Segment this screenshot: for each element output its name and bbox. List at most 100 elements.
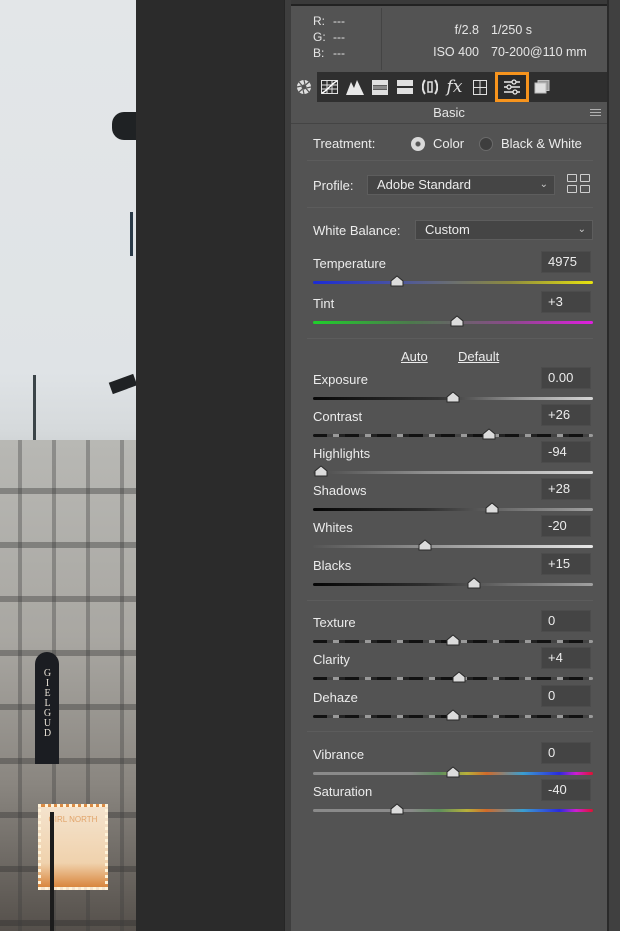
divider xyxy=(307,600,593,601)
slider-value-input[interactable]: +3 xyxy=(541,291,591,313)
slider-label: Saturation xyxy=(313,784,373,799)
rgb-row-r: R: --- xyxy=(313,13,345,29)
profile-label: Profile: xyxy=(313,178,354,193)
tab-basic[interactable] xyxy=(495,72,529,102)
tab-tone-curve[interactable] xyxy=(317,72,342,102)
slider-track[interactable] xyxy=(313,434,593,437)
slider-value-input[interactable]: +28 xyxy=(541,478,591,500)
rgb-value: --- xyxy=(333,46,345,60)
slider-thumb[interactable] xyxy=(418,539,432,551)
slider-track[interactable] xyxy=(313,508,593,511)
theatre-sign: GIELGUD xyxy=(35,652,59,764)
slider-value-input[interactable]: 0.00 xyxy=(541,367,591,389)
slider-thumb[interactable] xyxy=(467,577,481,589)
divider xyxy=(307,160,593,161)
slider-value-input[interactable]: +4 xyxy=(541,647,591,669)
panel-scrollbar[interactable] xyxy=(609,0,620,931)
auto-link[interactable]: Auto xyxy=(401,349,428,364)
image-info: R: --- G: --- B: --- f/2.8 1/250 s ISO 400 70… xyxy=(291,8,607,70)
lens-corrections-icon xyxy=(421,79,438,95)
slider-label: Highlights xyxy=(313,446,371,461)
camera-row: f/2.8 1/250 s xyxy=(421,19,587,41)
slider-label: Temperature xyxy=(313,256,386,271)
default-link[interactable]: Default xyxy=(458,349,499,364)
slider-thumb[interactable] xyxy=(446,391,460,403)
slider-label: Blacks xyxy=(313,558,352,573)
fx-icon: fx xyxy=(446,77,463,97)
split-toning-icon xyxy=(396,80,413,94)
lamp-silhouette xyxy=(112,112,136,140)
slider-label: Whites xyxy=(313,520,353,535)
camera-raw-panel: R: --- G: --- B: --- f/2.8 1/250 s ISO 400 70… xyxy=(284,0,620,931)
lamp-silhouette xyxy=(108,373,136,395)
slider-value-input[interactable]: 4975 xyxy=(541,251,591,273)
slider-thumb[interactable] xyxy=(446,766,460,778)
aperture-icon xyxy=(296,79,312,95)
shutter-value: 1/250 s xyxy=(491,23,533,37)
slider-value-input[interactable]: -40 xyxy=(541,779,591,801)
slider-value-input[interactable]: 0 xyxy=(541,742,591,764)
panel-menu-icon[interactable] xyxy=(590,109,601,118)
treatment-color-label[interactable]: Color xyxy=(433,136,464,151)
tab-split-toning[interactable] xyxy=(392,72,417,102)
white-balance-dropdown[interactable]: Custom ⌄ xyxy=(415,220,593,240)
slider-thumb[interactable] xyxy=(446,709,460,721)
tab-calibration[interactable] xyxy=(467,72,492,102)
profile-browser-icon[interactable] xyxy=(567,174,591,194)
divider xyxy=(307,731,593,732)
slider-value-input[interactable]: 0 xyxy=(541,685,591,707)
rgb-row-b: B: --- xyxy=(313,45,345,61)
adjustments-panel: R: --- G: --- B: --- f/2.8 1/250 s ISO 400 70… xyxy=(291,0,607,931)
slider-label: Texture xyxy=(313,615,356,630)
slider-track[interactable] xyxy=(313,281,593,284)
tab-hsl[interactable] xyxy=(367,72,392,102)
rgb-readout: R: --- G: --- B: --- xyxy=(313,13,345,61)
iso-value: ISO 400 xyxy=(433,45,479,59)
treatment-bw-label[interactable]: Black & White xyxy=(501,136,582,151)
rgb-value: --- xyxy=(333,14,345,28)
chevron-down-icon: ⌄ xyxy=(577,224,586,235)
profile-dropdown[interactable]: Adobe Standard ⌄ xyxy=(367,175,555,195)
treatment-color-radio[interactable] xyxy=(411,137,425,151)
treatment-label: Treatment: xyxy=(313,136,376,151)
slider-track[interactable] xyxy=(313,471,593,474)
treatment-bw-radio[interactable] xyxy=(479,137,493,151)
tab-basic-camera[interactable] xyxy=(291,72,317,102)
slider-value-input[interactable]: +26 xyxy=(541,404,591,426)
divider xyxy=(307,338,593,339)
slider-track[interactable] xyxy=(313,809,593,812)
spire xyxy=(33,375,36,450)
slider-value-input[interactable]: 0 xyxy=(541,610,591,632)
aperture-value: f/2.8 xyxy=(454,23,479,37)
tab-detail[interactable] xyxy=(342,72,367,102)
slider-thumb[interactable] xyxy=(485,502,499,514)
tab-presets[interactable] xyxy=(529,72,554,102)
slider-value-input[interactable]: -94 xyxy=(541,441,591,463)
slider-thumb[interactable] xyxy=(390,803,404,815)
panel-tabs: fx xyxy=(291,72,607,102)
slider-value-input[interactable]: +15 xyxy=(541,553,591,575)
marquee-sign: GIRL NORTH xyxy=(38,804,108,890)
slider-thumb[interactable] xyxy=(390,275,404,287)
slider-label: Tint xyxy=(313,296,335,311)
white-balance-value: Custom xyxy=(425,222,470,237)
slider-thumb[interactable] xyxy=(452,671,466,683)
section-title: Basic xyxy=(291,102,607,124)
photo-preview[interactable]: GIELGUD GIRL NORTH xyxy=(0,0,136,931)
slider-track[interactable] xyxy=(313,545,593,548)
slider-thumb[interactable] xyxy=(450,315,464,327)
presets-icon xyxy=(534,80,549,94)
slider-label: Vibrance xyxy=(313,747,365,762)
camera-settings: f/2.8 1/250 s ISO 400 70-200@110 mm xyxy=(421,19,587,63)
white-balance-label: White Balance: xyxy=(313,223,401,238)
slider-value-input[interactable]: -20 xyxy=(541,515,591,537)
street-lamp-post xyxy=(50,812,54,931)
tab-lens-corrections[interactable] xyxy=(417,72,442,102)
slider-thumb[interactable] xyxy=(482,428,496,440)
lens-value: 70-200@110 mm xyxy=(491,45,587,59)
slider-thumb[interactable] xyxy=(446,634,460,646)
slider-thumb[interactable] xyxy=(314,465,328,477)
slider-track[interactable] xyxy=(313,583,593,586)
tab-effects[interactable]: fx xyxy=(442,72,467,102)
rgb-label: G: xyxy=(313,30,326,44)
